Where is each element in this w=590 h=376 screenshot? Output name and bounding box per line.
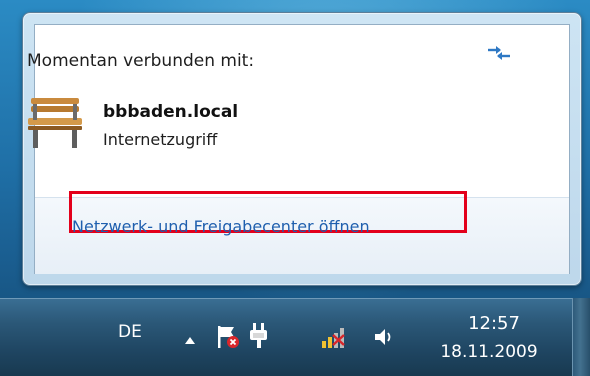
bench-network-icon <box>23 92 87 152</box>
network-name: bbbaden.local <box>103 102 239 122</box>
refresh-icon[interactable] <box>485 42 513 64</box>
language-indicator[interactable]: DE <box>118 322 142 342</box>
volume-speaker-icon[interactable] <box>372 325 396 349</box>
network-status: Internetzugriff <box>103 130 218 149</box>
show-desktop-button[interactable] <box>572 298 590 376</box>
clock-time[interactable]: 12:57 <box>459 313 529 334</box>
connected-heading: Momentan verbunden mit: <box>27 51 255 71</box>
clock-date[interactable]: 18.11.2009 <box>430 342 548 362</box>
show-hidden-icons-arrow-icon[interactable] <box>183 331 197 344</box>
taskbar <box>0 298 590 376</box>
network-signal-icon[interactable] <box>318 323 348 351</box>
action-center-flag-icon[interactable] <box>215 323 241 351</box>
network-entry[interactable]: bbbaden.local Internetzugriff <box>23 92 503 156</box>
network-center-link[interactable]: Netzwerk- und Freigabecenter öffnen <box>72 217 370 236</box>
power-plug-icon[interactable] <box>247 321 271 351</box>
